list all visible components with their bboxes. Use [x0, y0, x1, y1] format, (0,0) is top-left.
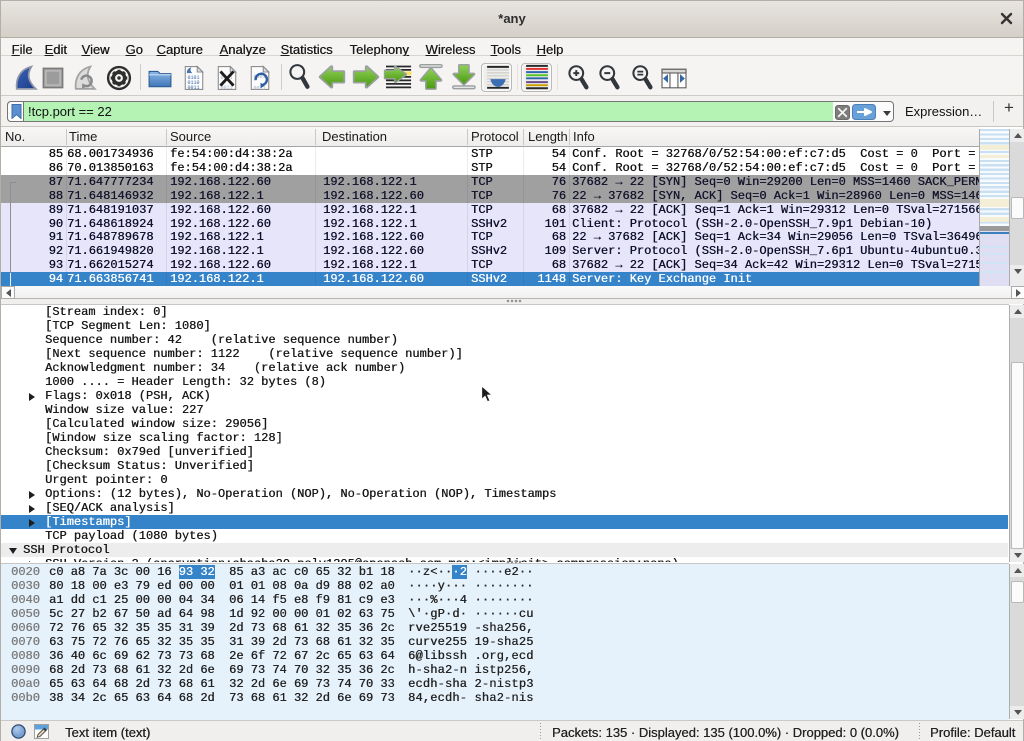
svg-text:0011: 0011 — [253, 86, 265, 92]
svg-text:0011: 0011 — [220, 85, 232, 91]
svg-text:0011: 0011 — [187, 85, 199, 91]
